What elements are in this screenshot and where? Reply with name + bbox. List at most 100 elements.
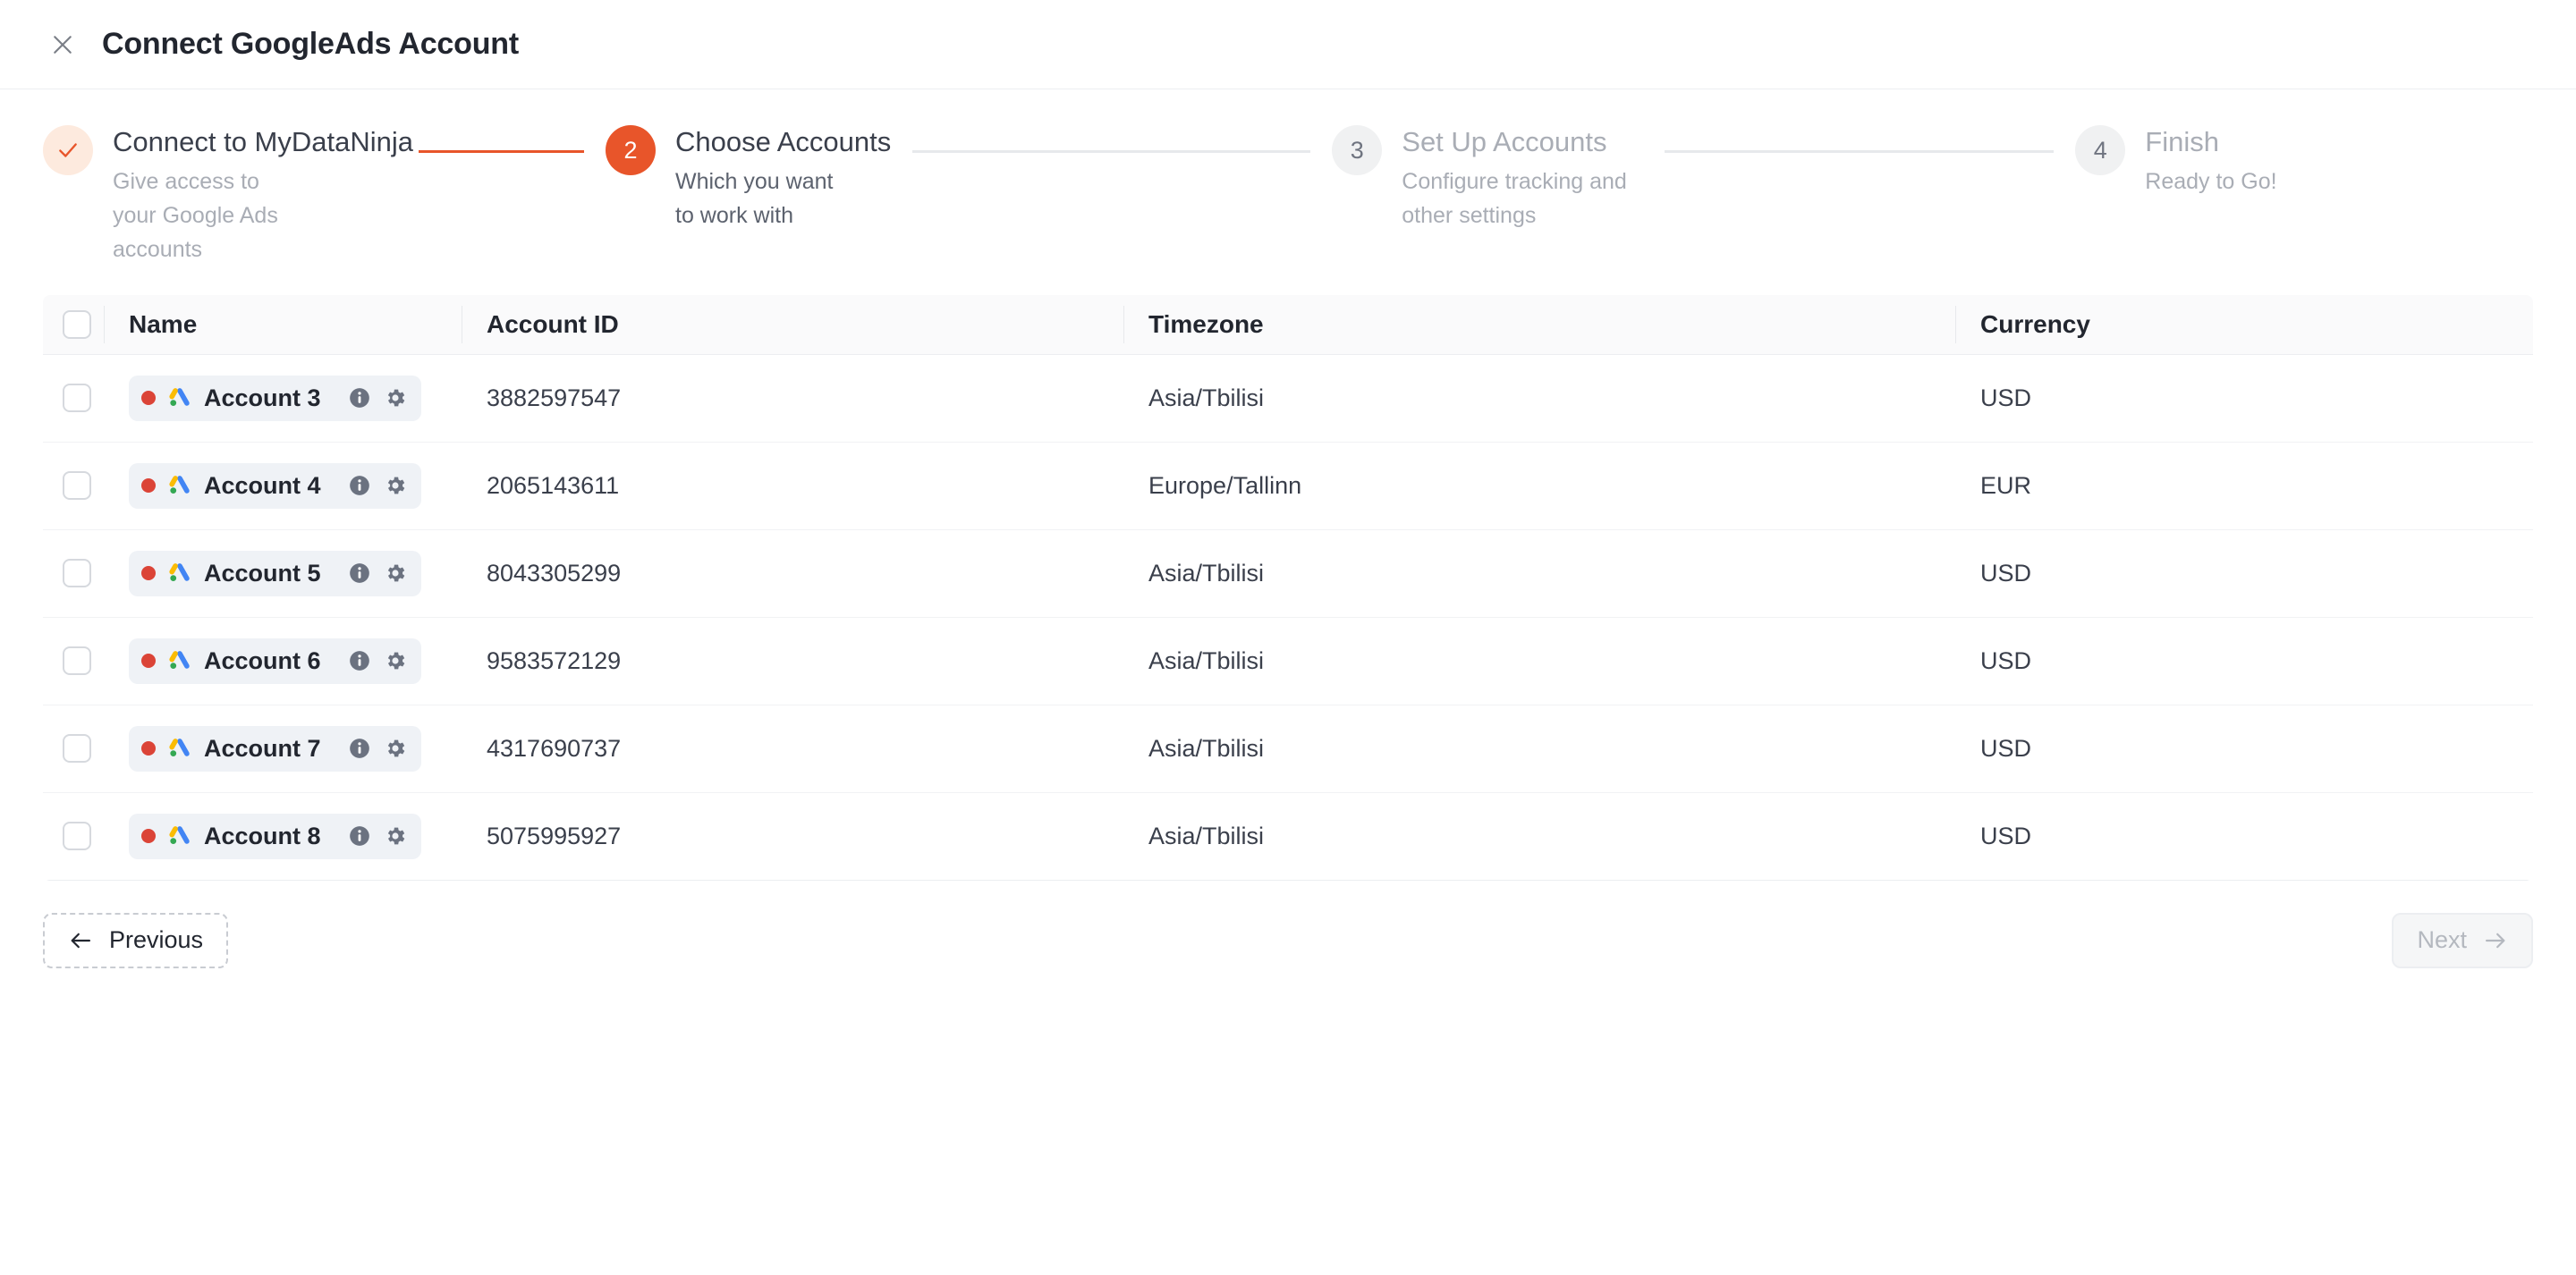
google-ads-logo-icon — [169, 388, 190, 406]
gear-icon[interactable] — [384, 386, 407, 410]
account-name-pill[interactable]: Account 4 — [129, 462, 421, 509]
account-name-pill[interactable]: Account 7 — [129, 725, 421, 772]
row-account-id: 2065143611 — [462, 442, 1123, 530]
row-timezone: Europe/Tallinn — [1123, 442, 1955, 530]
stepper-connector-1-2 — [419, 150, 584, 153]
row-account-id: 8043305299 — [462, 529, 1123, 618]
gear-icon[interactable] — [384, 474, 407, 497]
row-currency: USD — [1955, 529, 2533, 618]
status-dot-icon — [141, 741, 156, 756]
account-name-pill[interactable]: Account 6 — [129, 638, 421, 684]
column-header-name[interactable]: Name — [104, 295, 462, 355]
check-icon — [59, 143, 77, 157]
stepper-step-4[interactable]: 4 Finish Ready to Go! — [2075, 123, 2277, 198]
previous-button-label: Previous — [109, 926, 204, 953]
account-name-pill[interactable]: Account 8 — [129, 813, 421, 859]
gear-icon[interactable] — [384, 737, 407, 760]
info-icon[interactable] — [348, 386, 371, 410]
status-dot-icon — [141, 391, 156, 405]
step-1-subtitle: Give access to your Google Ads accounts — [113, 169, 278, 262]
row-account-id: 4317690737 — [462, 705, 1123, 793]
row-checkbox[interactable] — [63, 559, 91, 587]
wizard-footer: Previous Next — [43, 912, 2533, 968]
row-timezone: Asia/Tbilisi — [1123, 354, 1955, 443]
info-icon[interactable] — [348, 824, 371, 848]
info-icon[interactable] — [348, 562, 371, 585]
info-icon[interactable] — [348, 737, 371, 760]
step-2-title: Choose Accounts — [675, 126, 892, 157]
row-account-id: 5075995927 — [462, 792, 1123, 881]
select-all-header — [43, 295, 104, 355]
table-row[interactable]: Account 3 3882597547 Asia/Tbilisi USD — [43, 354, 2533, 443]
row-timezone: Asia/Tbilisi — [1123, 792, 1955, 881]
row-timezone: Asia/Tbilisi — [1123, 617, 1955, 705]
close-icon[interactable] — [43, 25, 82, 64]
table-row[interactable]: Account 6 9583572129 Asia/Tbilisi USD — [43, 617, 2533, 705]
page-title: Connect GoogleAds Account — [102, 27, 519, 61]
row-select-cell — [43, 617, 104, 705]
step-4-bubble: 4 — [2075, 125, 2126, 175]
next-button[interactable]: Next — [2392, 912, 2533, 968]
row-currency: USD — [1955, 354, 2533, 443]
account-name-label: Account 5 — [204, 559, 321, 587]
row-select-cell — [43, 792, 104, 881]
google-ads-logo-icon — [169, 476, 190, 494]
step-2-texts: Choose Accounts Which you want to work w… — [675, 123, 891, 232]
account-name-label: Account 6 — [204, 646, 321, 674]
row-name-cell: Account 3 — [104, 354, 462, 443]
stepper-step-1[interactable]: Connect to MyDataNinja Give access to yo… — [43, 123, 413, 266]
step-2-bubble: 2 — [606, 125, 656, 175]
row-currency: USD — [1955, 617, 2533, 705]
row-checkbox[interactable] — [63, 734, 91, 763]
step-3-subtitle: Configure tracking and other settings — [1402, 169, 1627, 228]
row-checkbox[interactable] — [63, 471, 91, 500]
google-ads-logo-icon — [169, 826, 190, 844]
gear-icon[interactable] — [384, 824, 407, 848]
google-ads-logo-icon — [169, 739, 190, 756]
info-icon[interactable] — [348, 649, 371, 672]
row-timezone: Asia/Tbilisi — [1123, 705, 1955, 793]
accounts-table-body: Account 3 3882597547 Asia/Tbilisi USD Ac… — [43, 354, 2533, 881]
gear-icon[interactable] — [384, 649, 407, 672]
table-row[interactable]: Account 4 2065143611 Europe/Tallinn EUR — [43, 442, 2533, 530]
previous-button[interactable]: Previous — [43, 912, 229, 968]
row-account-id: 3882597547 — [462, 354, 1123, 443]
column-header-timezone[interactable]: Timezone — [1123, 295, 1955, 355]
row-select-cell — [43, 354, 104, 443]
account-name-pill[interactable]: Account 3 — [129, 375, 421, 421]
account-name-pill[interactable]: Account 5 — [129, 550, 421, 596]
step-2-subtitle: Which you want to work with — [675, 169, 834, 228]
row-currency: USD — [1955, 792, 2533, 881]
row-checkbox[interactable] — [63, 646, 91, 675]
row-name-cell: Account 7 — [104, 705, 462, 793]
step-1-texts: Connect to MyDataNinja Give access to yo… — [113, 123, 413, 266]
gear-icon[interactable] — [384, 562, 407, 585]
row-select-cell — [43, 705, 104, 793]
row-checkbox[interactable] — [63, 822, 91, 850]
info-icon[interactable] — [348, 474, 371, 497]
account-name-label: Account 8 — [204, 822, 321, 849]
accounts-table-wrapper: Name Account ID Timezone Currency Accoun… — [43, 295, 2533, 881]
status-dot-icon — [141, 829, 156, 843]
column-header-account-id[interactable]: Account ID — [462, 295, 1123, 355]
accounts-table: Name Account ID Timezone Currency Accoun… — [43, 295, 2533, 881]
step-1-title: Connect to MyDataNinja — [113, 126, 413, 157]
table-row[interactable]: Account 8 5075995927 Asia/Tbilisi USD — [43, 792, 2533, 881]
row-account-id: 9583572129 — [462, 617, 1123, 705]
step-4-subtitle: Ready to Go! — [2145, 169, 2277, 194]
column-header-currency[interactable]: Currency — [1955, 295, 2533, 355]
table-row[interactable]: Account 5 8043305299 Asia/Tbilisi USD — [43, 529, 2533, 618]
status-dot-icon — [141, 654, 156, 668]
table-row[interactable]: Account 7 4317690737 Asia/Tbilisi USD — [43, 705, 2533, 793]
row-checkbox[interactable] — [63, 384, 91, 412]
step-3-bubble: 3 — [1332, 125, 1383, 175]
row-select-cell — [43, 529, 104, 618]
modal-header: Connect GoogleAds Account — [0, 0, 2576, 89]
table-header-row: Name Account ID Timezone Currency — [43, 295, 2533, 355]
google-ads-logo-icon — [169, 651, 190, 669]
stepper-step-3[interactable]: 3 Set Up Accounts Configure tracking and… — [1332, 123, 1643, 232]
select-all-checkbox[interactable] — [63, 309, 91, 339]
row-currency: EUR — [1955, 442, 2533, 530]
stepper-step-2[interactable]: 2 Choose Accounts Which you want to work… — [606, 123, 891, 232]
step-4-texts: Finish Ready to Go! — [2145, 123, 2276, 198]
